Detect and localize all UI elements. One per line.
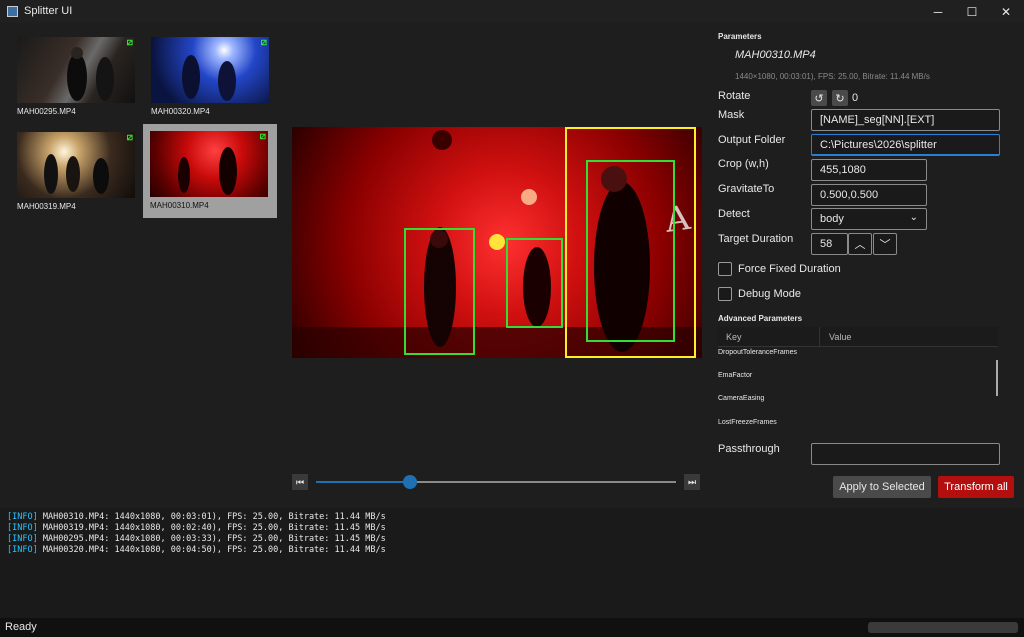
status-progress-bar [868,622,1018,633]
gravitate-label: GravitateTo [718,183,775,195]
advanced-parameters-title: Advanced Parameters [718,314,803,323]
seek-slider-handle[interactable] [402,475,417,489]
rotate-ccw-icon: ↺ [814,92,824,105]
chevron-up-icon: ︿ [854,239,866,251]
seek-slider[interactable] [316,475,676,489]
detect-select[interactable]: body ⌄ [811,208,927,230]
preview-panel: A ⏮ ⏭ [285,23,709,508]
minimize-button[interactable]: ─ [921,0,955,23]
advanced-row-key[interactable]: EmaFactor [718,372,752,379]
log-tag: [INFO] [7,545,38,555]
crop-icon: ⧄ [260,37,267,48]
log-text: MAH00310.MP4: 1440x1080, 00:03:01), FPS:… [37,512,386,522]
crop-label: Crop (w,h) [718,158,769,170]
thumbnail-name: MAH00319.MP4 [17,202,76,211]
skip-forward-button[interactable]: ⏭ [684,474,700,490]
debug-mode-checkbox[interactable] [718,287,732,301]
thumbnail-image: ⧄ [150,131,268,197]
advanced-row-key[interactable]: DropoutToleranceFrames [718,349,797,356]
chevron-down-icon: ⌄ [909,212,918,223]
log-line: [INFO] MAH00295.MP4: 1440x1080, 00:03:33… [7,534,1017,545]
crop-icon: ⧄ [259,131,266,142]
status-text: Ready [5,621,37,633]
force-fixed-duration-checkbox[interactable] [718,262,732,276]
title-bar: Splitter UI ─ ☐ ✕ [0,0,1024,23]
rotate-left-button[interactable]: ↺ [811,90,827,106]
detection-box [404,228,475,355]
rotate-label: Rotate [718,90,751,102]
passthrough-input[interactable] [811,443,1000,465]
app-icon [7,6,18,17]
playback-controls: ⏮ ⏭ [292,474,702,490]
parameters-title: Parameters [718,32,762,41]
duration-decrement-button[interactable]: ﹀ [873,233,897,255]
column-header-value[interactable]: Value [819,327,851,347]
thumbnail-panel: ⧄ MAH00295.MP4 ⧄ MAH00320.MP4 ⧄ MAH00319… [0,23,285,508]
detect-selected-value: body [820,213,844,225]
detect-label: Detect [718,208,750,220]
thumbnail-image: ⧄ [17,37,135,103]
target-duration-input[interactable]: 58 [811,233,848,255]
skip-back-icon: ⏮ [295,476,305,487]
detection-box [506,238,563,328]
seek-slider-fill [316,481,410,483]
parameters-panel: Parameters MAH00310.MP4 1440×1080, 00:03… [709,23,1024,508]
crop-region-box[interactable] [565,127,696,358]
log-text: MAH00320.MP4: 1440x1080, 00:04:50), FPS:… [37,545,386,555]
thumbnail-name: MAH00320.MP4 [151,107,210,116]
thumbnail-item[interactable]: ⧄ MAH00295.MP4 [17,37,135,117]
thumbnail-name: MAH00310.MP4 [150,201,209,210]
rotate-cw-icon: ↻ [835,92,845,105]
log-console[interactable]: [INFO] MAH00310.MP4: 1440x1080, 00:03:01… [0,508,1024,618]
thumbnail-item[interactable]: ⧄ MAH00320.MP4 [151,37,269,117]
skip-forward-icon: ⏭ [687,476,697,487]
log-line: [INFO] MAH00319.MP4: 1440x1080, 00:02:40… [7,523,1017,534]
apply-to-selected-button[interactable]: Apply to Selected [833,476,931,498]
skip-back-button[interactable]: ⏮ [292,474,308,490]
mask-input[interactable]: [NAME]_seg[NN].[EXT] [811,109,1000,131]
window-title: Splitter UI [24,5,73,17]
close-button[interactable]: ✕ [989,0,1023,23]
output-folder-input[interactable]: C:\Pictures\2026\splitter [811,134,1000,156]
advanced-table-scrollbar[interactable] [996,360,998,396]
status-bar: Ready [0,618,1024,637]
thumbnail-item[interactable]: ⧄ MAH00319.MP4 [17,132,135,212]
thumbnail-item-selected[interactable]: ⧄ MAH00310.MP4 [143,124,277,218]
selected-file-info: 1440×1080, 00:03:01), FPS: 25.00, Bitrat… [735,72,930,81]
crop-icon: ⧄ [126,132,133,143]
force-fixed-duration-label: Force Fixed Duration [738,263,841,275]
crop-input[interactable]: 455,1080 [811,159,927,181]
log-line: [INFO] MAH00320.MP4: 1440x1080, 00:04:50… [7,545,1017,556]
gravitate-input[interactable]: 0.500,0.500 [811,184,927,206]
crop-icon: ⧄ [126,37,133,48]
log-text: MAH00295.MP4: 1440x1080, 00:03:33), FPS:… [37,534,386,544]
selected-file-name: MAH00310.MP4 [735,49,816,61]
passthrough-label: Passthrough [718,443,780,455]
rotate-right-button[interactable]: ↻ [832,90,848,106]
advanced-row-key[interactable]: LostFreezeFrames [718,419,777,426]
thumbnail-name: MAH00295.MP4 [17,107,76,116]
log-text: MAH00319.MP4: 1440x1080, 00:02:40), FPS:… [37,523,386,533]
mask-label: Mask [718,109,745,121]
thumbnail-image: ⧄ [151,37,269,103]
maximize-button[interactable]: ☐ [955,0,989,23]
duration-increment-button[interactable]: ︿ [848,233,872,255]
log-line: [INFO] MAH00310.MP4: 1440x1080, 00:03:01… [7,512,1017,523]
debug-mode-label: Debug Mode [738,288,801,300]
advanced-table-header: Key Value [718,327,998,347]
advanced-row-key[interactable]: CameraEasing [718,395,764,402]
chevron-down-icon: ﹀ [879,239,891,251]
transform-all-button[interactable]: Transform all [938,476,1014,498]
rotate-value: 0 [852,92,859,104]
video-preview[interactable]: A [292,127,702,358]
log-tag: [INFO] [7,534,38,544]
target-duration-label: Target Duration [718,233,794,245]
column-header-key[interactable]: Key [726,332,742,342]
output-folder-label: Output Folder [718,134,786,146]
log-tag: [INFO] [7,512,38,522]
thumbnail-image: ⧄ [17,132,135,198]
log-tag: [INFO] [7,523,38,533]
